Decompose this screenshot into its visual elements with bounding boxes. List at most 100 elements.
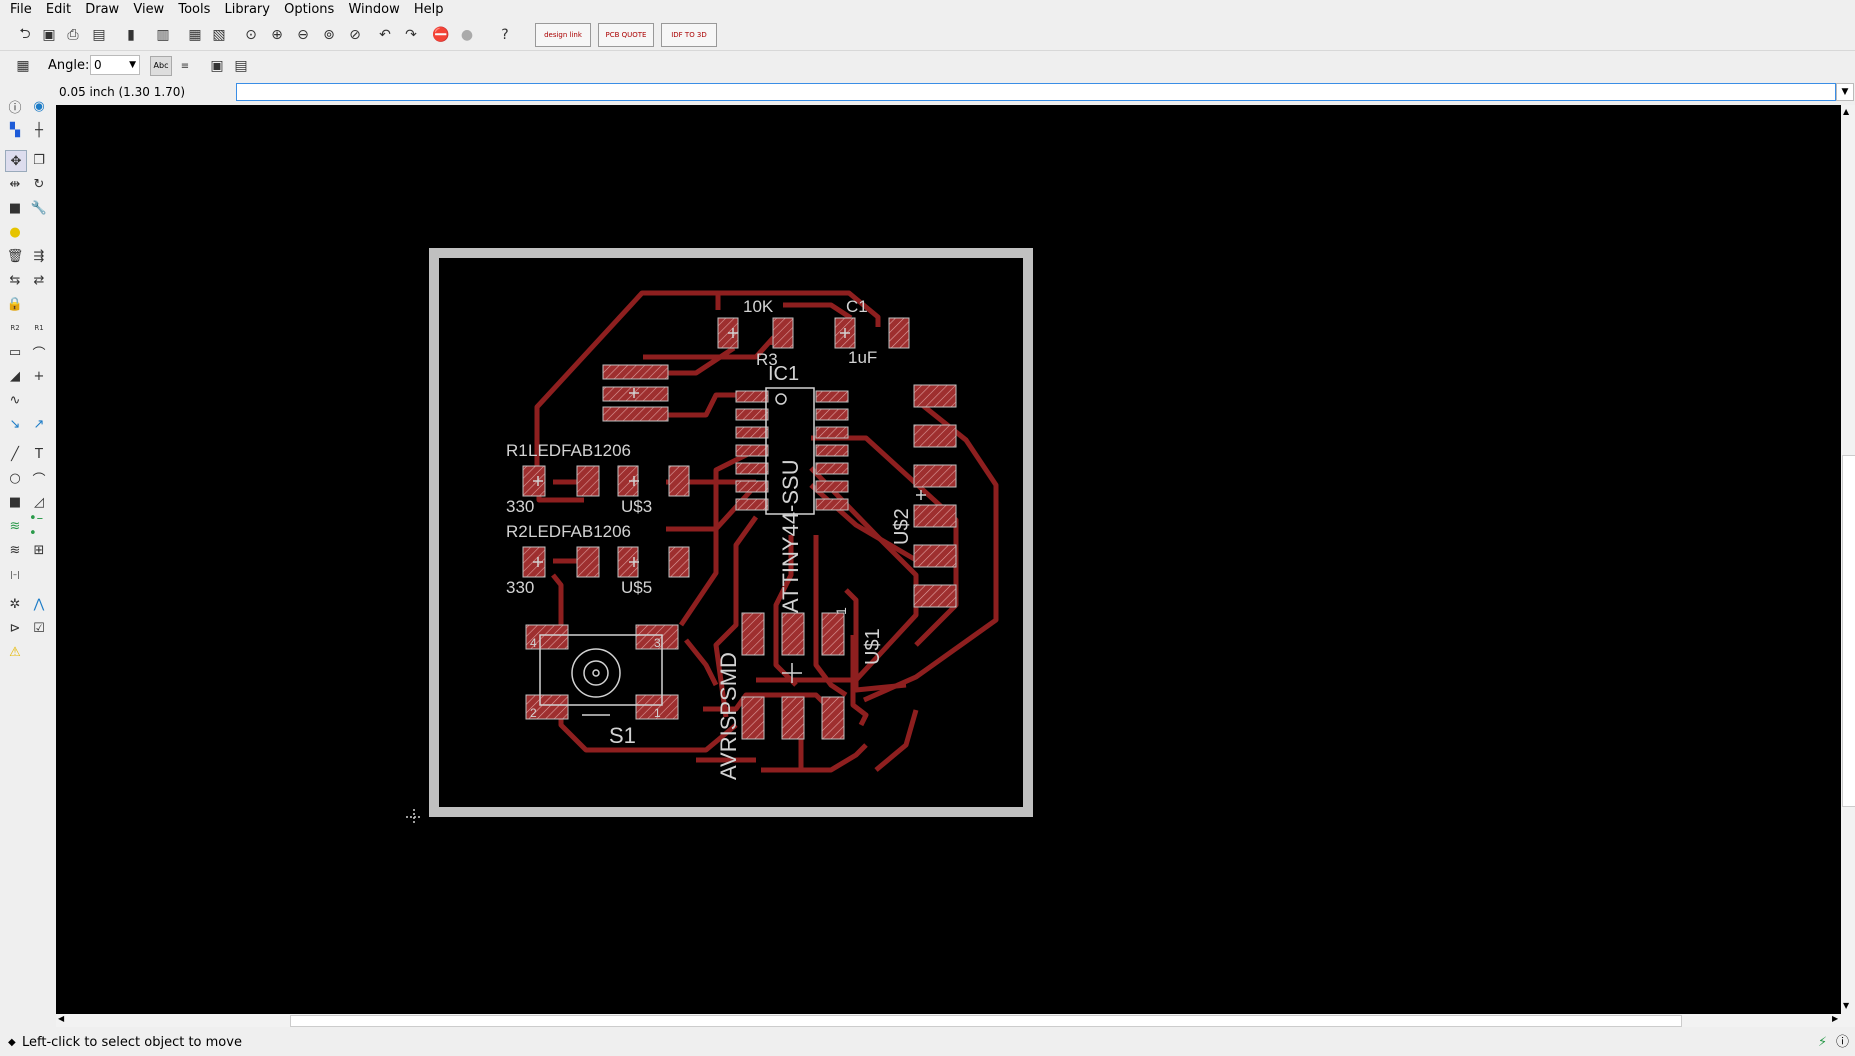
zoom-in-icon[interactable]: ⊕	[266, 24, 288, 46]
dimension-icon[interactable]: |–|	[5, 564, 25, 584]
horizontal-scrollbar[interactable]: ◀ ▶	[56, 1014, 1855, 1027]
copy-icon[interactable]: ❐	[29, 150, 49, 170]
circle-icon[interactable]: ○	[5, 468, 25, 488]
go-icon[interactable]: ●	[456, 24, 478, 46]
script-icon[interactable]: ▮	[120, 24, 142, 46]
cam-icon[interactable]: ▤	[88, 24, 110, 46]
zoom-fit-icon[interactable]: ⊙	[240, 24, 262, 46]
display-icon[interactable]: ▚	[5, 120, 25, 140]
info-icon[interactable]: ⓘ	[5, 96, 25, 116]
open-icon[interactable]: ⮌	[14, 24, 36, 46]
print-icon[interactable]: ⎙	[62, 24, 84, 46]
drc-icon[interactable]: ☑	[29, 618, 49, 638]
ic1-value: ATTINY44-SSU	[778, 459, 803, 613]
u3-name: U$3	[621, 497, 652, 516]
grid-icon[interactable]: ▦	[12, 55, 34, 77]
text-icon[interactable]: T	[29, 444, 49, 464]
delete-icon[interactable]: 🗑	[5, 246, 25, 266]
optimize-icon[interactable]: +	[29, 366, 49, 386]
u5-name: U$5	[621, 578, 652, 597]
zoom-last-icon[interactable]: ⊘	[344, 24, 366, 46]
menu-window[interactable]: Window	[343, 0, 404, 19]
hole-icon[interactable]: ≋	[5, 540, 25, 560]
autorouter-icon[interactable]: ⋀	[29, 594, 49, 614]
route-icon[interactable]: ↘	[5, 414, 25, 434]
smash-icon[interactable]: ▭	[5, 342, 25, 362]
command-history-dropdown[interactable]: ▼	[1836, 83, 1854, 101]
replace-icon[interactable]: ⇆	[5, 270, 25, 290]
pcb-quote-button[interactable]: PCB QUOTE	[598, 23, 654, 47]
u1-name: U$1	[862, 628, 884, 665]
save-icon[interactable]: ▣	[38, 24, 60, 46]
rotate-icon[interactable]: ↻	[29, 174, 49, 194]
polygon-icon[interactable]: ◿	[29, 492, 49, 512]
ratio-icon[interactable]: ▤	[230, 55, 252, 77]
rect-icon[interactable]: ■	[5, 492, 25, 512]
paste-icon[interactable]: ●	[5, 222, 25, 242]
menu-view[interactable]: View	[128, 0, 169, 19]
zoom-select-icon[interactable]: ⊚	[318, 24, 340, 46]
u2-name: U$2	[891, 508, 913, 545]
menu-help[interactable]: Help	[409, 0, 449, 19]
miter-icon[interactable]: ⌒	[29, 342, 49, 362]
redo-icon[interactable]: ↷	[400, 24, 422, 46]
horizontal-scroll-thumb[interactable]	[290, 1015, 1682, 1027]
r3-value: 10K	[743, 297, 774, 316]
split-icon[interactable]: ◢	[5, 366, 25, 386]
zoom-out-icon[interactable]: ⊖	[292, 24, 314, 46]
mark-icon[interactable]: ┼	[29, 120, 49, 140]
scroll-right-icon[interactable]: ▶	[1832, 1014, 1838, 1023]
sch-brd-icon[interactable]: ▦	[184, 24, 206, 46]
scroll-up-icon[interactable]: ▲	[1843, 107, 1849, 116]
board-canvas[interactable]: 10K R3 C1 1uF IC1 ATTINY44-SSU R1 LEDFAB…	[56, 105, 1841, 1014]
menu-options[interactable]: Options	[279, 0, 339, 19]
stop-icon[interactable]: ⛔	[430, 24, 452, 46]
menu-edit[interactable]: Edit	[41, 0, 76, 19]
spin-icon[interactable]: ≡	[174, 55, 196, 77]
vertical-scrollbar[interactable]: ▲ ▼	[1841, 105, 1855, 1014]
scroll-left-icon[interactable]: ◀	[58, 1014, 64, 1023]
info-status-icon[interactable]: ⓘ	[1836, 1029, 1849, 1056]
mirror-toggle[interactable]: Abc	[150, 56, 172, 76]
angle-select[interactable]: 0 ▼	[90, 55, 140, 75]
idf-to-3d-button[interactable]: IDF TO 3D	[661, 23, 717, 47]
vector-font-icon[interactable]: ▣	[206, 55, 228, 77]
command-bar: 0.05 inch (1.30 1.70) ▼	[0, 81, 1855, 105]
c1-name: C1	[846, 297, 868, 316]
attribute-icon[interactable]: ⊞	[29, 540, 49, 560]
arc-icon[interactable]: ⌒	[29, 468, 49, 488]
value-icon[interactable]: R1	[29, 318, 49, 338]
scroll-down-icon[interactable]: ▼	[1843, 1001, 1849, 1010]
group-icon[interactable]: ■	[5, 198, 25, 218]
lightning-icon: ⚡	[1818, 1035, 1828, 1050]
menu-draw[interactable]: Draw	[80, 0, 124, 19]
menu-tools[interactable]: Tools	[173, 0, 215, 19]
errors-icon[interactable]: ⚠	[5, 642, 25, 662]
ripup-icon[interactable]: ↗	[29, 414, 49, 434]
undo-icon[interactable]: ↶	[374, 24, 396, 46]
mirror-icon[interactable]: ⇹	[5, 174, 25, 194]
wire-icon[interactable]: ╱	[5, 444, 25, 464]
move-icon[interactable]: ✥	[5, 150, 27, 172]
vertical-scroll-thumb[interactable]	[1842, 455, 1855, 807]
command-input[interactable]	[236, 83, 1836, 101]
signal-icon[interactable]: •–•	[29, 511, 49, 541]
lock-parts-icon[interactable]: ⇄	[29, 270, 49, 290]
lock-icon[interactable]: 🔒	[5, 294, 25, 314]
design-link-button[interactable]: design link	[535, 23, 591, 47]
name-icon[interactable]: R2	[5, 318, 25, 338]
r2-value: 330	[506, 578, 534, 597]
menu-library[interactable]: Library	[220, 0, 275, 19]
parameters-toolbar: ▦ Angle: 0 ▼ Abc ≡ ▣ ▤	[0, 51, 1855, 81]
via-icon[interactable]: ≋	[5, 516, 25, 536]
help-icon[interactable]: ?	[494, 24, 516, 46]
ratsnest-icon[interactable]: ✲	[5, 594, 25, 614]
show-icon[interactable]: ◉	[29, 96, 49, 116]
layers-icon[interactable]: ▥	[152, 24, 174, 46]
meander-icon[interactable]: ∿	[5, 390, 25, 410]
erc-icon[interactable]: ⊳	[5, 618, 25, 638]
add-icon[interactable]: ⇶	[29, 246, 49, 266]
board-icon[interactable]: ▧	[208, 24, 230, 46]
change-icon[interactable]: 🔧	[29, 198, 49, 218]
menu-file[interactable]: File	[0, 0, 37, 19]
